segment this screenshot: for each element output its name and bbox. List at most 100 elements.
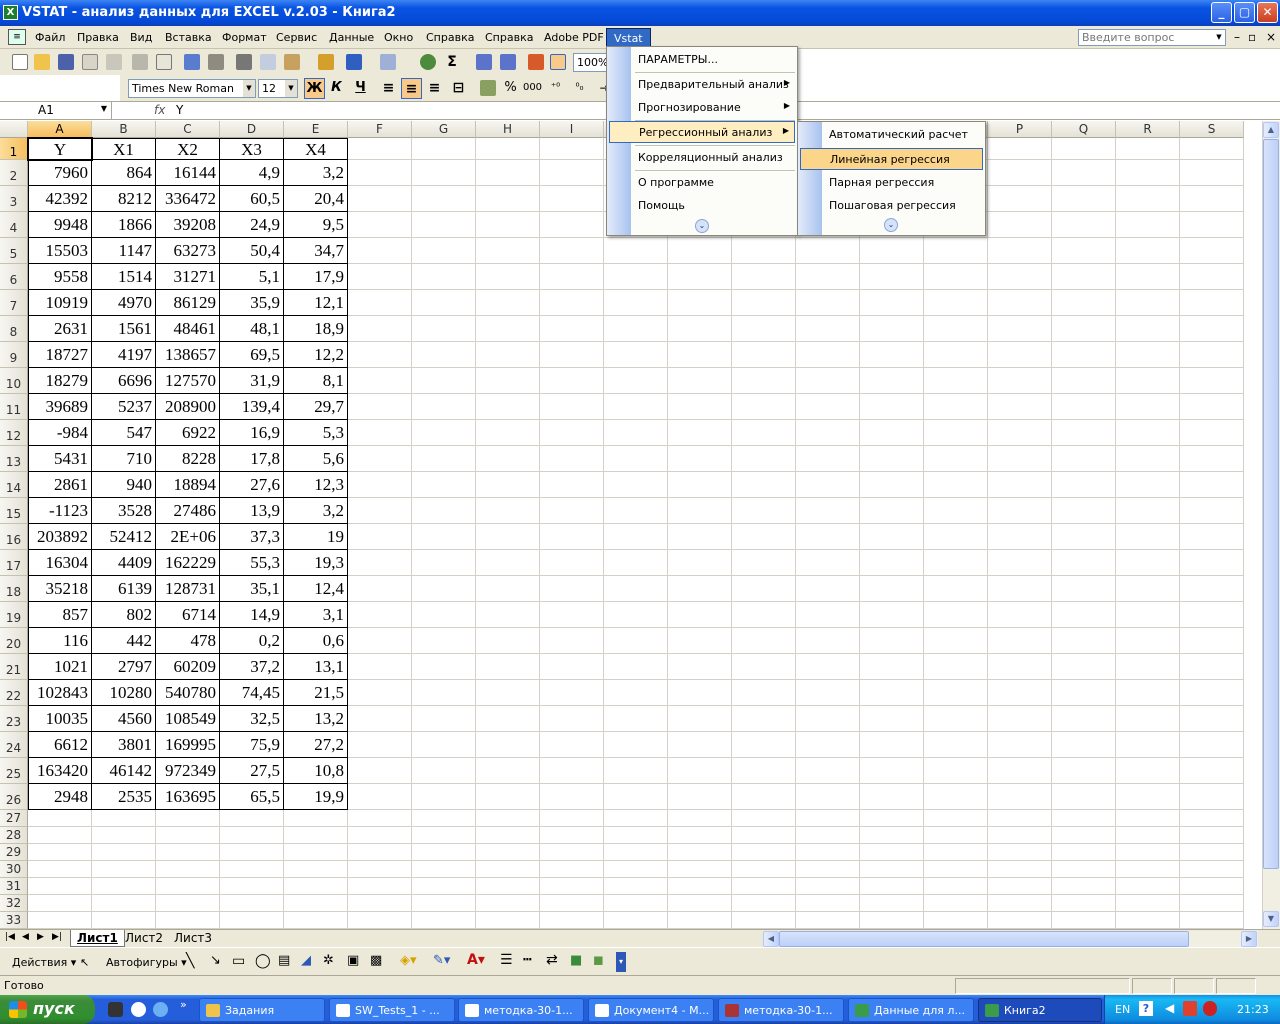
next-sheet-icon[interactable]: ▶: [37, 932, 44, 942]
row-header[interactable]: 22: [0, 680, 28, 706]
percent-button[interactable]: %: [500, 78, 521, 99]
data-cell[interactable]: 27,2: [284, 732, 348, 758]
chart-wizard-icon[interactable]: [528, 54, 544, 70]
data-cell[interactable]: 2948: [28, 784, 92, 810]
menu-help-2[interactable]: Справка: [485, 31, 533, 44]
row-header[interactable]: 14: [0, 472, 28, 498]
data-cell[interactable]: 9,5: [284, 212, 348, 238]
row-header[interactable]: 27: [0, 810, 28, 827]
data-cell[interactable]: 48461: [156, 316, 220, 342]
column-header[interactable]: G: [412, 121, 476, 138]
drawing-icon[interactable]: [550, 54, 566, 70]
acrobat-icon[interactable]: [1203, 1001, 1217, 1016]
autoshapes-menu-button[interactable]: Автофигуры ▾: [106, 956, 187, 969]
row-header[interactable]: 25: [0, 758, 28, 784]
data-cell[interactable]: 18,9: [284, 316, 348, 342]
menu-adobe-pdf[interactable]: Adobe PDF: [544, 31, 604, 44]
data-cell[interactable]: 18894: [156, 472, 220, 498]
task-metodka-2[interactable]: методка-30-1...: [718, 998, 844, 1022]
data-cell[interactable]: 35218: [28, 576, 92, 602]
data-cell[interactable]: 4560: [92, 706, 156, 732]
menu-item-linear-regression[interactable]: Линейная регрессия: [800, 148, 983, 170]
data-cell[interactable]: 20,4: [284, 186, 348, 212]
scroll-right-icon[interactable]: ▶: [1241, 931, 1257, 947]
data-cell[interactable]: 34,7: [284, 238, 348, 264]
column-header[interactable]: S: [1180, 121, 1244, 138]
data-cell[interactable]: 13,9: [220, 498, 284, 524]
data-cell[interactable]: 21,5: [284, 680, 348, 706]
data-cell[interactable]: 2797: [92, 654, 156, 680]
data-cell[interactable]: 4,9: [220, 160, 284, 186]
row-header[interactable]: 21: [0, 654, 28, 680]
data-cell[interactable]: 27,6: [220, 472, 284, 498]
open-folder-icon[interactable]: [34, 54, 50, 70]
data-cell[interactable]: 208900: [156, 394, 220, 420]
row-header[interactable]: 5: [0, 238, 28, 264]
print-icon[interactable]: [132, 54, 148, 70]
data-cell[interactable]: 540780: [156, 680, 220, 706]
line-tool-icon[interactable]: ╲: [186, 953, 194, 969]
column-header[interactable]: I: [540, 121, 604, 138]
scroll-left-icon[interactable]: ◀: [763, 931, 779, 947]
menu-item-preliminary-analysis[interactable]: Предварительный анализ ▶: [609, 74, 795, 96]
data-cell[interactable]: 42392: [28, 186, 92, 212]
new-document-icon[interactable]: [12, 54, 28, 70]
data-cell[interactable]: 39689: [28, 394, 92, 420]
scroll-down-icon[interactable]: ▼: [1263, 911, 1279, 927]
chevron-down-icon[interactable]: ▼: [101, 104, 107, 113]
data-cell[interactable]: 19: [284, 524, 348, 550]
sort-ascending-icon[interactable]: [476, 54, 492, 70]
clipart-icon[interactable]: ▣: [347, 953, 359, 968]
menu-edit[interactable]: Правка: [77, 31, 119, 44]
permission-icon[interactable]: [82, 54, 98, 70]
data-cell[interactable]: 4197: [92, 342, 156, 368]
media-player-icon[interactable]: [131, 1002, 146, 1017]
excel-icon[interactable]: X: [3, 5, 18, 20]
sheet-tab-1[interactable]: Лист1: [70, 930, 125, 947]
column-header[interactable]: C: [156, 121, 220, 138]
wordart-icon[interactable]: ◢: [301, 953, 311, 968]
data-cell[interactable]: 31,9: [220, 368, 284, 394]
data-cell[interactable]: 8,1: [284, 368, 348, 394]
data-cell[interactable]: 802: [92, 602, 156, 628]
doc-restore-button[interactable]: ▫: [1248, 30, 1256, 44]
row-header[interactable]: 31: [0, 878, 28, 895]
textbox-tool-icon[interactable]: ▤: [278, 953, 290, 968]
font-size-select[interactable]: 12 ▼: [258, 79, 298, 98]
row-header[interactable]: 6: [0, 264, 28, 290]
data-cell[interactable]: 52412: [92, 524, 156, 550]
data-cell[interactable]: 29,7: [284, 394, 348, 420]
data-cell[interactable]: 18279: [28, 368, 92, 394]
data-cell[interactable]: 13,1: [284, 654, 348, 680]
data-cell[interactable]: 2E+06: [156, 524, 220, 550]
row-header[interactable]: 15: [0, 498, 28, 524]
task-kniga2[interactable]: Книга2: [978, 998, 1102, 1022]
data-cell[interactable]: -1123: [28, 498, 92, 524]
insert-picture-icon[interactable]: ▩: [370, 953, 382, 968]
data-cell[interactable]: 50,4: [220, 238, 284, 264]
task-sw-tests[interactable]: SW_Tests_1 - ...: [329, 998, 455, 1022]
data-cell[interactable]: 32,5: [220, 706, 284, 732]
font-color-icon[interactable]: A▾: [467, 952, 485, 968]
data-cell[interactable]: 5431: [28, 446, 92, 472]
column-header[interactable]: E: [284, 121, 348, 138]
data-cell[interactable]: 7960: [28, 160, 92, 186]
column-header[interactable]: R: [1116, 121, 1180, 138]
menu-item-paired-regression[interactable]: Парная регрессия: [800, 172, 983, 194]
data-cell[interactable]: 3801: [92, 732, 156, 758]
decrease-decimal-icon[interactable]: ⁰₀: [569, 78, 590, 99]
row-header[interactable]: 17: [0, 550, 28, 576]
data-cell[interactable]: 15503: [28, 238, 92, 264]
help-search-input[interactable]: Введите вопрос ▼: [1078, 29, 1226, 46]
data-cell[interactable]: 102843: [28, 680, 92, 706]
vertical-scroll-thumb[interactable]: [1263, 139, 1279, 869]
data-cell[interactable]: 37,3: [220, 524, 284, 550]
column-header[interactable]: B: [92, 121, 156, 138]
data-cell[interactable]: 27,5: [220, 758, 284, 784]
data-cell[interactable]: 2861: [28, 472, 92, 498]
row-header[interactable]: 10: [0, 368, 28, 394]
data-cell[interactable]: 55,3: [220, 550, 284, 576]
header-cell[interactable]: X2: [156, 138, 220, 160]
menu-tools[interactable]: Сервис: [276, 31, 317, 44]
spelling-icon[interactable]: [184, 54, 200, 70]
